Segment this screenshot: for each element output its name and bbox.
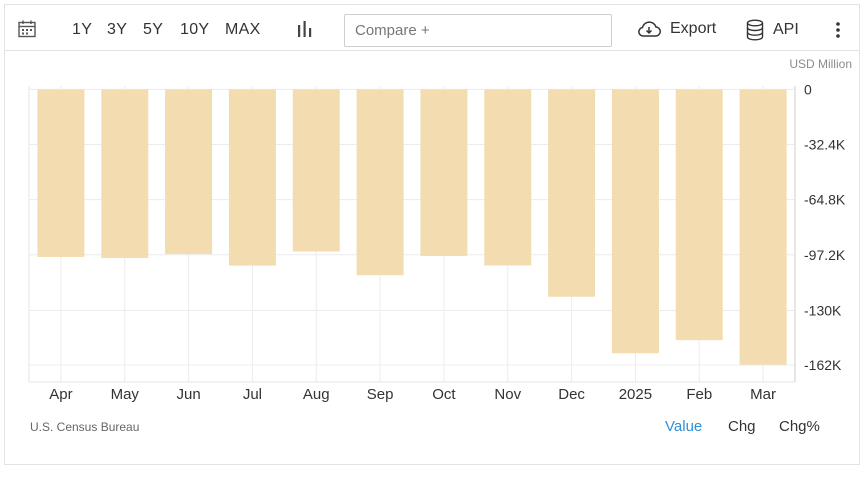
x-tick-label: Jul — [243, 386, 262, 403]
bar — [165, 89, 213, 255]
bar — [484, 89, 532, 266]
y-tick-label: -32.4K — [804, 137, 846, 153]
bar — [356, 89, 404, 276]
bar-chart: 0 -32.4K -64.8K -97.2K -130K -162K Apr May Jun Ju… — [28, 81, 846, 403]
x-tick-label: Nov — [494, 386, 521, 403]
bar — [548, 89, 596, 297]
x-tick-label: Dec — [558, 386, 585, 403]
x-tick-label: Apr — [49, 386, 72, 403]
bar — [37, 89, 85, 257]
x-tick-label: Sep — [367, 386, 394, 403]
x-tick-label: 2025 — [619, 386, 652, 403]
y-tick-label: -130K — [804, 303, 842, 319]
mode-chg-tab[interactable]: Chg — [728, 418, 756, 435]
x-tick-label: Oct — [432, 386, 456, 403]
bar — [611, 89, 659, 354]
bar — [739, 89, 787, 365]
y-tick-label: -64.8K — [804, 192, 846, 208]
y-tick-label: 0 — [804, 81, 812, 97]
mode-value-tab[interactable]: Value — [665, 418, 702, 435]
bar — [292, 89, 340, 252]
bar — [101, 89, 149, 258]
x-tick-label: Feb — [686, 386, 712, 403]
y-tick-label: -162K — [804, 357, 842, 373]
x-tick-label: May — [111, 386, 140, 403]
bar — [420, 89, 468, 256]
x-tick-label: Mar — [750, 386, 776, 403]
x-tick-label: Jun — [176, 386, 200, 403]
source-label: U.S. Census Bureau — [30, 420, 140, 434]
x-tick-label: Aug — [303, 386, 330, 403]
bar — [228, 89, 276, 266]
bar — [675, 89, 723, 341]
y-tick-label: -97.2K — [804, 247, 846, 263]
mode-chg-pct-tab[interactable]: Chg% — [779, 418, 820, 435]
